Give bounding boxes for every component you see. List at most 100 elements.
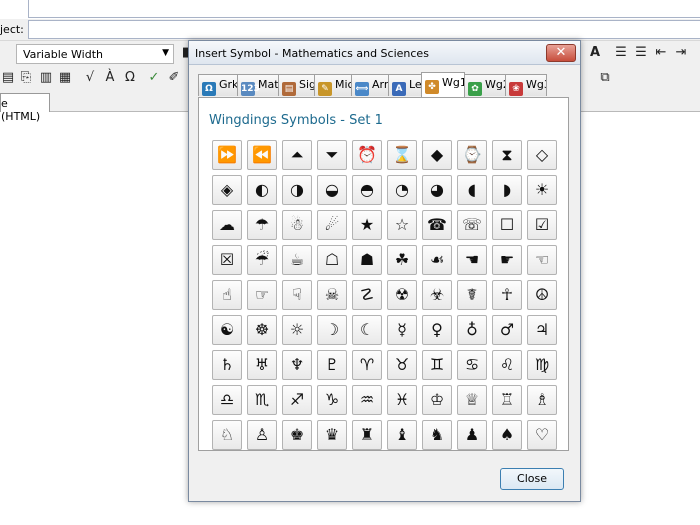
symbol-button[interactable]: ☸: [247, 315, 277, 345]
symbol-button[interactable]: ◒: [317, 175, 347, 205]
symbol-button[interactable]: ☕: [282, 245, 312, 275]
symbol-button[interactable]: ◖: [457, 175, 487, 205]
symbol-button[interactable]: ☒: [212, 245, 242, 275]
subject-field[interactable]: [28, 20, 700, 39]
symbol-button[interactable]: ☯: [212, 315, 242, 345]
symbol-button[interactable]: ♡: [527, 420, 557, 450]
outdent-icon[interactable]: ⇤: [653, 45, 669, 61]
symbol-button[interactable]: ♘: [212, 420, 242, 450]
font-select[interactable]: Variable Width ▼: [16, 44, 174, 64]
symbol-button[interactable]: ♕: [457, 385, 487, 415]
dialog-titlebar[interactable]: Insert Symbol - Mathematics and Sciences…: [189, 41, 580, 65]
symbol-button[interactable]: ☟: [282, 280, 312, 310]
symbol-button[interactable]: ♛: [317, 420, 347, 450]
symbol-button[interactable]: ♊: [422, 350, 452, 380]
symbol-button[interactable]: ◓: [352, 175, 382, 205]
symbol-button[interactable]: ♜: [352, 420, 382, 450]
symbol-button[interactable]: ☙: [422, 245, 452, 275]
indent-icon[interactable]: ⇥: [673, 45, 689, 61]
font-size-icon[interactable]: A: [587, 45, 603, 61]
tab-wg1[interactable]: ✤ Wg1: [421, 72, 465, 97]
symbol-button[interactable]: ◇: [527, 140, 557, 170]
symbol-button[interactable]: ◐: [247, 175, 277, 205]
symbol-button[interactable]: ☾: [352, 315, 382, 345]
symbol-button[interactable]: ♓: [387, 385, 417, 415]
symbol-button[interactable]: ◔: [387, 175, 417, 205]
symbol-button[interactable]: ☡: [352, 280, 382, 310]
symbol-button[interactable]: ☤: [457, 280, 487, 310]
table-icon[interactable]: ▦: [57, 70, 73, 86]
symbol-button[interactable]: ☐: [492, 210, 522, 240]
symbol-button[interactable]: ⧗: [492, 140, 522, 170]
symbol-button[interactable]: ☁: [212, 210, 242, 240]
symbol-button[interactable]: ♠: [492, 420, 522, 450]
symbol-button[interactable]: ☃: [282, 210, 312, 240]
formula-icon[interactable]: √: [82, 70, 98, 86]
symbol-button[interactable]: ☮: [527, 280, 557, 310]
symbol-button[interactable]: ☔: [247, 245, 277, 275]
tab-grk[interactable]: Ω Grk: [198, 74, 238, 96]
numbered-list-icon[interactable]: ☰: [633, 45, 649, 61]
symbol-button[interactable]: ☑: [527, 210, 557, 240]
symbol-button[interactable]: ☖: [317, 245, 347, 275]
symbol-button[interactable]: ◗: [492, 175, 522, 205]
symbol-button[interactable]: ♙: [247, 420, 277, 450]
tab-mic[interactable]: ✎ Mic: [314, 74, 352, 96]
accent-icon[interactable]: À: [102, 70, 118, 86]
symbol-button[interactable]: ♀: [422, 315, 452, 345]
symbol-button[interactable]: ⌚: [457, 140, 487, 170]
tab-wg2[interactable]: ✿Wg2: [464, 74, 506, 96]
omega-icon[interactable]: Ω: [122, 70, 138, 86]
symbol-button[interactable]: ♝: [387, 420, 417, 450]
symbol-button[interactable]: ★: [352, 210, 382, 240]
tab-sig[interactable]: ▤ Sig: [278, 74, 315, 96]
symbol-button[interactable]: ⏰: [352, 140, 382, 170]
symbol-button[interactable]: ☛: [492, 245, 522, 275]
symbol-button[interactable]: ♎: [212, 385, 242, 415]
symbol-button[interactable]: ◑: [282, 175, 312, 205]
symbol-button[interactable]: ♔: [422, 385, 452, 415]
symbol-button[interactable]: ☏: [457, 210, 487, 240]
symbol-button[interactable]: ☂: [247, 210, 277, 240]
tab-mat[interactable]: 123Mat: [237, 74, 279, 96]
frame-icon[interactable]: ⧉: [597, 70, 613, 86]
symbol-button[interactable]: ♏: [247, 385, 277, 415]
symbol-button[interactable]: ☀: [527, 175, 557, 205]
symbol-button[interactable]: ☢: [387, 280, 417, 310]
recipient-field[interactable]: [28, 0, 700, 18]
symbol-button[interactable]: ♌: [492, 350, 522, 380]
new-doc-icon[interactable]: ▤: [0, 70, 16, 86]
symbol-button[interactable]: ♟: [457, 420, 487, 450]
symbol-button[interactable]: ♉: [387, 350, 417, 380]
symbol-button[interactable]: ☝: [212, 280, 242, 310]
symbol-button[interactable]: ⏪: [247, 140, 277, 170]
symbol-button[interactable]: ☘: [387, 245, 417, 275]
symbol-button[interactable]: ◕: [422, 175, 452, 205]
symbol-button[interactable]: ♇: [317, 350, 347, 380]
symbol-button[interactable]: ☣: [422, 280, 452, 310]
symbol-button[interactable]: ♐: [282, 385, 312, 415]
symbol-button[interactable]: ☞: [247, 280, 277, 310]
symbol-button[interactable]: ♂: [492, 315, 522, 345]
symbol-button[interactable]: ♒: [352, 385, 382, 415]
symbol-button[interactable]: ♃: [527, 315, 557, 345]
symbol-button[interactable]: ☽: [317, 315, 347, 345]
symbol-button[interactable]: ☎: [422, 210, 452, 240]
symbol-button[interactable]: ☆: [387, 210, 417, 240]
symbol-button[interactable]: ♋: [457, 350, 487, 380]
chevron-down-icon[interactable]: ▼: [162, 48, 169, 58]
symbol-button[interactable]: ⏶: [282, 140, 312, 170]
symbol-button[interactable]: ⏷: [317, 140, 347, 170]
symbol-button[interactable]: ◈: [212, 175, 242, 205]
symbol-button[interactable]: ☗: [352, 245, 382, 275]
symbol-button[interactable]: ♗: [527, 385, 557, 415]
symbol-button[interactable]: ☿: [387, 315, 417, 345]
tab-arr[interactable]: ⟺ Arr: [351, 74, 389, 96]
symbol-button[interactable]: ♁: [457, 315, 487, 345]
paste-icon[interactable]: ▥: [38, 70, 54, 86]
symbol-button[interactable]: ☄: [317, 210, 347, 240]
symbol-button[interactable]: ♅: [247, 350, 277, 380]
copy-icon[interactable]: ⎘: [18, 70, 34, 86]
symbol-button[interactable]: ♆: [282, 350, 312, 380]
symbol-button[interactable]: ♍: [527, 350, 557, 380]
